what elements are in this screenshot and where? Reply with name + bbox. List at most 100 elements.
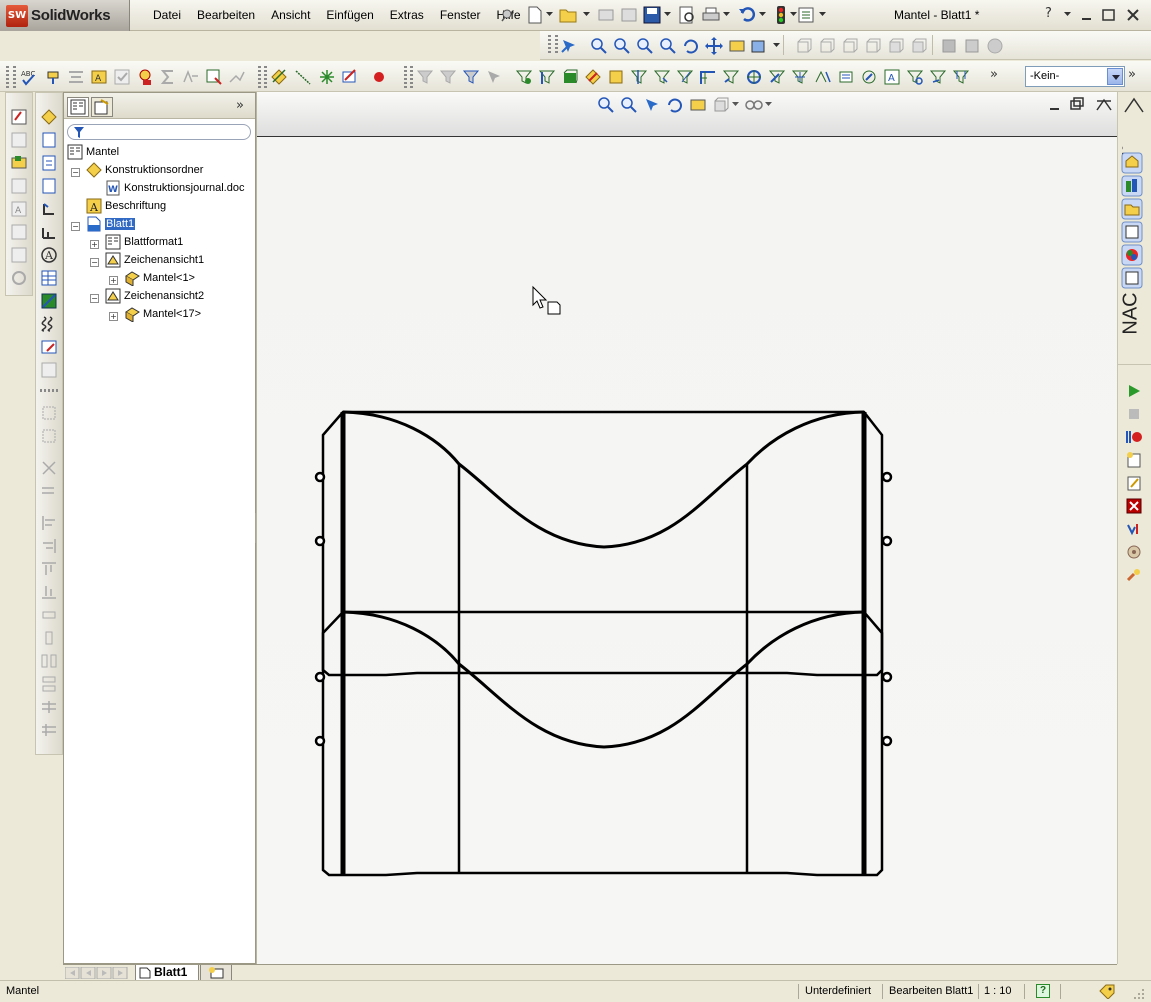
layer-select[interactable]: -Kein- <box>1025 66 1125 87</box>
filter-sketch-icon[interactable] <box>584 68 602 86</box>
record-icon[interactable] <box>372 70 386 84</box>
view-orientation-icon[interactable] <box>712 96 730 114</box>
tight-fit-icon[interactable] <box>39 697 59 717</box>
model-view-icon[interactable] <box>9 107 29 127</box>
hide-show-items-icon[interactable] <box>744 96 764 114</box>
view-cube-icon[interactable] <box>795 37 813 55</box>
space-evenly-vertical-icon[interactable] <box>39 674 59 694</box>
filter-planes-icon[interactable] <box>561 68 579 86</box>
zoom-to-selection-icon[interactable] <box>659 37 677 55</box>
vertical-dimension-icon[interactable] <box>39 153 59 173</box>
view-cube-icon[interactable] <box>841 37 859 55</box>
view-cube-icon[interactable] <box>818 37 836 55</box>
filter-surface-finish-icon[interactable] <box>653 68 671 86</box>
tree-item-konstruktionsjournal[interactable]: W Konstruktionsjournal.doc <box>105 179 244 197</box>
appearances-icon[interactable] <box>1121 244 1143 266</box>
chevron-down-icon[interactable] <box>723 12 730 17</box>
filter-centermark-icon[interactable] <box>791 68 809 86</box>
resize-grip[interactable] <box>1132 987 1146 1001</box>
feature-tree-filter[interactable] <box>67 124 251 140</box>
filter-routing-icon[interactable] <box>929 68 947 86</box>
chevron-down-icon[interactable] <box>819 12 826 17</box>
space-evenly-icon[interactable] <box>39 651 59 671</box>
toolbar-grip[interactable] <box>548 35 551 55</box>
chamfer-dimension-icon[interactable] <box>39 199 59 219</box>
tree-item-konstruktionsordner[interactable]: Konstruktionsordner <box>86 161 203 179</box>
toolbar-grip[interactable] <box>404 66 407 88</box>
datum-icon[interactable] <box>205 68 223 86</box>
filter-weld-icon[interactable] <box>722 68 740 86</box>
align-right-icon[interactable] <box>39 536 59 556</box>
expand-toggle[interactable]: + <box>109 312 118 321</box>
display-relations-icon[interactable] <box>39 426 59 446</box>
align-top-icon[interactable] <box>39 559 59 579</box>
layer-select-dropdown-button[interactable] <box>1107 68 1123 85</box>
chevron-down-icon[interactable] <box>1064 12 1071 17</box>
print-icon[interactable] <box>702 6 720 24</box>
sketch-icon[interactable] <box>341 68 359 86</box>
sheet-tab-blatt1[interactable]: Blatt1 <box>135 965 199 981</box>
filter-edges-icon[interactable] <box>462 68 480 86</box>
realview-icon[interactable] <box>986 37 1004 55</box>
tree-item-blatt1[interactable]: Blatt1 <box>86 215 136 233</box>
graphics-area[interactable] <box>256 92 1118 964</box>
note-text-icon[interactable]: A <box>39 245 59 265</box>
bom-icon[interactable] <box>39 360 59 380</box>
select-icon[interactable] <box>643 96 661 114</box>
smart-dimension-icon[interactable] <box>270 68 288 86</box>
file-explorer-icon[interactable] <box>1121 198 1143 220</box>
tab-property-manager[interactable] <box>91 97 113 117</box>
filter-dimensions-icon[interactable] <box>630 68 648 86</box>
auxiliary-view-icon[interactable] <box>9 153 29 173</box>
panel-collapse-icon[interactable]: » <box>236 98 244 113</box>
rotate-view-icon[interactable] <box>682 37 700 55</box>
shaded-icon[interactable] <box>940 37 958 55</box>
solidworks-logo[interactable]: SW SolidWorks <box>0 0 130 31</box>
collapse-toggle[interactable]: − <box>90 258 99 267</box>
zoom-to-fit-icon[interactable] <box>597 96 615 114</box>
surface-finish-icon[interactable] <box>182 68 200 86</box>
minimize-icon[interactable] <box>1049 100 1061 112</box>
geometric-tolerance-icon[interactable] <box>228 68 246 86</box>
hidden-lines-icon[interactable] <box>963 37 981 55</box>
chevron-down-icon[interactable] <box>664 12 671 17</box>
sheet-navigation-arrows[interactable] <box>65 967 129 979</box>
solidworks-resources-icon[interactable] <box>1121 152 1143 174</box>
view-palette-icon[interactable] <box>1121 221 1143 243</box>
save-icon[interactable] <box>643 6 661 24</box>
align-vertical-icon[interactable] <box>39 628 59 648</box>
collapse-toggle[interactable]: − <box>71 168 80 177</box>
collapse-toggle[interactable]: − <box>71 222 80 231</box>
filter-notes-icon[interactable] <box>607 68 625 86</box>
toolbar-grip[interactable] <box>264 66 267 88</box>
checkbox-icon[interactable] <box>113 68 131 86</box>
print-setup-icon[interactable] <box>597 6 615 24</box>
toolbar-overflow-icon[interactable]: » <box>990 67 998 82</box>
toolbar-grip[interactable] <box>410 66 413 88</box>
tree-item-blattformat1[interactable]: Blattformat1 <box>105 233 183 251</box>
view-cube-icon[interactable] <box>910 37 928 55</box>
menu-datei[interactable]: Datei <box>145 8 189 22</box>
restore-icon[interactable] <box>1070 97 1084 111</box>
menu-fenster[interactable]: Fenster <box>432 8 489 22</box>
toolbar-grip[interactable] <box>258 66 261 88</box>
filter-datum-icon[interactable] <box>699 68 717 86</box>
baseline-dimension-icon[interactable] <box>39 222 59 242</box>
filter-axes-icon[interactable] <box>538 68 556 86</box>
toolbar-grip[interactable] <box>40 389 58 392</box>
menu-bearbeiten[interactable]: Bearbeiten <box>189 8 263 22</box>
undo-icon[interactable] <box>738 5 756 23</box>
spring-icon[interactable] <box>39 314 59 334</box>
detail-view-icon[interactable]: A <box>9 199 29 219</box>
record-pause-macro-icon[interactable] <box>1125 428 1143 446</box>
crop-view-icon[interactable] <box>9 268 29 288</box>
filter-icon[interactable] <box>416 68 434 86</box>
new-document-icon[interactable] <box>527 6 543 24</box>
tree-item-mantel-17[interactable]: Mantel<17> <box>124 305 201 323</box>
balloon-icon[interactable] <box>136 68 154 86</box>
tree-item-zeichenansicht2[interactable]: Zeichenansicht2 <box>105 287 204 305</box>
collapse-toggle[interactable]: − <box>90 294 99 303</box>
filter-weld-bead-icon[interactable] <box>860 68 878 86</box>
chevron-down-icon[interactable] <box>765 102 772 107</box>
filter-hole-callout-icon[interactable] <box>745 68 763 86</box>
